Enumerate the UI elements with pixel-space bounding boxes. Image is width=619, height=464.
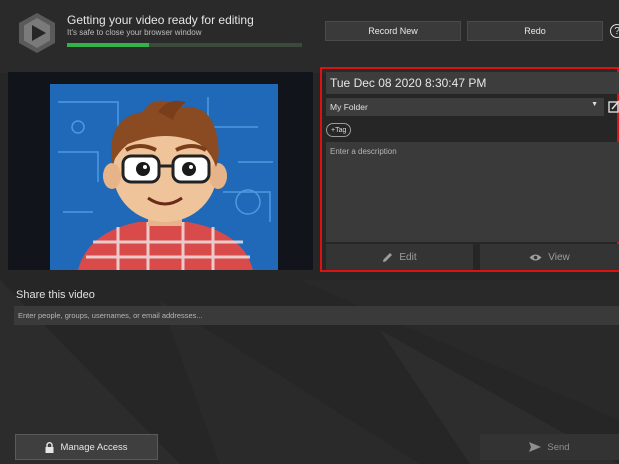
processing-subtitle: It's safe to close your browser window (67, 28, 202, 37)
add-tag-button[interactable]: +Tag (326, 123, 352, 137)
video-preview[interactable] (8, 72, 313, 270)
app-logo-icon (19, 13, 55, 53)
lock-icon (45, 441, 54, 453)
edit-folder-icon[interactable] (608, 100, 619, 114)
video-thumbnail (8, 72, 313, 270)
processing-header: Getting your video ready for editing It'… (0, 0, 619, 73)
dropdown-caret-icon: ▼ (591, 101, 598, 108)
progress-fill (67, 43, 150, 47)
folder-select-value: My Folder (330, 102, 368, 112)
help-icon[interactable]: ? (610, 24, 619, 38)
description-field[interactable]: Enter a description (326, 142, 619, 242)
pencil-icon (383, 252, 393, 262)
video-title-field[interactable]: Tue Dec 08 2020 8:30:47 PM (326, 72, 619, 94)
send-label: Send (547, 441, 570, 453)
video-details-panel: Tue Dec 08 2020 8:30:47 PM My Folder ▼ +… (320, 67, 619, 272)
send-arrow-icon (529, 442, 542, 452)
processing-title: Getting your video ready for editing (67, 13, 254, 27)
manage-access-button[interactable]: Manage Access (15, 434, 158, 460)
folder-select[interactable]: My Folder ▼ (326, 98, 604, 116)
share-heading: Share this video (16, 289, 95, 301)
view-button-label: View (548, 251, 570, 263)
edit-button-label: Edit (399, 251, 417, 263)
send-button[interactable]: Send (480, 434, 619, 460)
share-recipients-input[interactable]: Enter people, groups, usernames, or emai… (14, 306, 619, 325)
manage-access-label: Manage Access (60, 441, 128, 453)
eye-icon (529, 254, 542, 260)
edit-button[interactable]: Edit (326, 244, 473, 270)
record-new-button[interactable]: Record New (325, 21, 461, 41)
redo-button[interactable]: Redo (467, 21, 603, 41)
processing-progress-bar (67, 43, 302, 47)
view-button[interactable]: View (480, 244, 619, 270)
